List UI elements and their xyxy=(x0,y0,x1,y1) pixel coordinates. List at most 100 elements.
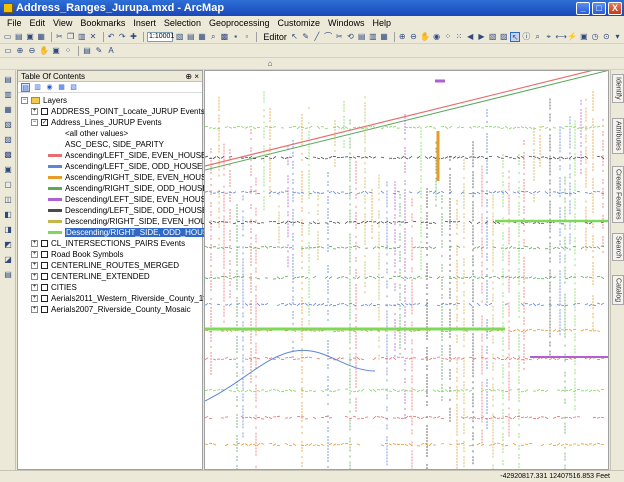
table-of-contents-icon[interactable]: ▤ xyxy=(186,32,195,42)
layout-zoom-in-icon[interactable]: ⊕ xyxy=(15,46,25,56)
editor-toolbar-icon[interactable]: ▧ xyxy=(175,32,184,42)
expand-icon[interactable]: + xyxy=(31,273,38,280)
legend-class[interactable]: <all other values> xyxy=(48,128,128,139)
menu-customize[interactable]: Customize xyxy=(274,18,325,28)
layer-visibility-checkbox[interactable] xyxy=(41,273,48,280)
new-icon[interactable]: ▭ xyxy=(3,32,12,42)
dock-tool-icon[interactable]: ▥ xyxy=(3,90,13,100)
editor-menu[interactable]: Editor xyxy=(263,32,287,42)
fixed-zoom-in-icon[interactable]: ⁘ xyxy=(443,32,452,42)
catalog-icon[interactable]: ▦ xyxy=(197,32,206,42)
fixed-zoom-out-icon[interactable]: ⁙ xyxy=(454,32,463,42)
open-icon[interactable]: ▤ xyxy=(14,32,23,42)
toc-options-icon[interactable]: ▧ xyxy=(69,83,78,92)
layer-visibility-checkbox[interactable] xyxy=(41,251,48,258)
back-icon[interactable]: ◀ xyxy=(466,32,475,42)
layer-icon[interactable]: ▤ xyxy=(82,46,92,56)
map-scale-input[interactable]: 1:10001 xyxy=(147,31,174,42)
layer-visibility-checkbox[interactable] xyxy=(41,306,48,313)
binoculars-icon[interactable]: ⊙ xyxy=(602,32,611,42)
pan-icon[interactable]: ✋ xyxy=(420,32,430,42)
layer-item[interactable]: + CITIES xyxy=(31,282,77,293)
delete-icon[interactable]: ✕ xyxy=(88,32,97,42)
layer-item[interactable]: + CL_INTERSECTIONS_PAIRS Events xyxy=(31,238,185,249)
layer-item[interactable]: + Aerials2007_Riverside_County_Mosaic xyxy=(31,304,191,315)
arctoolbox-icon[interactable]: ▩ xyxy=(220,32,229,42)
tab-search[interactable]: Search xyxy=(612,233,624,262)
cut-icon[interactable]: ✂ xyxy=(55,32,64,42)
expand-icon[interactable]: + xyxy=(31,284,38,291)
forward-icon[interactable]: ▶ xyxy=(477,32,486,42)
layer-item[interactable]: + ADDRESS_POINT_Locate_JURUP Events xyxy=(31,106,205,117)
tab-create-features[interactable]: Create Features xyxy=(612,166,624,223)
find-icon[interactable]: ⌕ xyxy=(533,32,542,42)
legend-class[interactable]: Ascending/LEFT_SIDE, ODD_HOUSE xyxy=(48,161,202,172)
html-popup-icon[interactable]: ▣ xyxy=(579,32,588,42)
time-slider-icon[interactable]: ◷ xyxy=(591,32,600,42)
create-features-icon[interactable]: ▦ xyxy=(379,32,388,42)
map-tips-icon[interactable]: ⌂ xyxy=(265,59,275,69)
expand-icon[interactable]: + xyxy=(31,262,38,269)
list-by-source-icon[interactable]: ▥ xyxy=(33,83,42,92)
menu-selection[interactable]: Selection xyxy=(160,18,205,28)
menu-edit[interactable]: Edit xyxy=(26,18,50,28)
layer-visibility-checkbox[interactable] xyxy=(41,108,48,115)
expand-icon[interactable]: + xyxy=(31,108,38,115)
map-view[interactable] xyxy=(204,70,609,470)
layer-item[interactable]: + Aerials2011_Western_Riverside_County_1… xyxy=(31,293,205,304)
draw-icon[interactable]: ✎ xyxy=(94,46,104,56)
legend-class[interactable]: Descending/LEFT_SIDE, EVEN_HOUSE xyxy=(48,194,211,205)
search-icon[interactable]: ⌕ xyxy=(209,32,218,42)
tab-attributes[interactable]: Attributes xyxy=(612,118,624,154)
layout-zoom-out-icon[interactable]: ⊖ xyxy=(27,46,37,56)
menu-help[interactable]: Help xyxy=(369,18,396,28)
menu-windows[interactable]: Windows xyxy=(324,18,369,28)
menu-bookmarks[interactable]: Bookmarks xyxy=(76,18,129,28)
edit-tool-icon[interactable]: ↖ xyxy=(290,32,299,42)
clear-selection-icon[interactable]: ▨ xyxy=(499,32,508,42)
zoom-out-icon[interactable]: ⊖ xyxy=(409,32,418,42)
dock-tool-icon[interactable]: ▤ xyxy=(3,75,13,85)
dock-tool-icon[interactable]: ▤ xyxy=(3,270,13,280)
full-extent-icon[interactable]: ◉ xyxy=(432,32,441,42)
select-elements-icon[interactable]: ↖ xyxy=(510,31,520,42)
dock-tool-icon[interactable]: ▦ xyxy=(3,105,13,115)
dock-tool-icon[interactable]: ◫ xyxy=(3,195,13,205)
copy-icon[interactable]: ❐ xyxy=(66,32,75,42)
undo-icon[interactable]: ↶ xyxy=(106,32,115,42)
expand-icon[interactable]: + xyxy=(31,306,38,313)
tree-root[interactable]: − Layers xyxy=(21,95,67,106)
layer-visibility-checkbox[interactable] xyxy=(41,284,48,291)
sketch-properties-icon[interactable]: ▥ xyxy=(368,32,377,42)
rotate-icon[interactable]: ⟲ xyxy=(346,32,355,42)
map-canvas[interactable] xyxy=(205,71,609,470)
text-icon[interactable]: A xyxy=(106,46,116,56)
identify-icon[interactable]: ⓘ xyxy=(522,32,531,42)
menu-file[interactable]: File xyxy=(3,18,26,28)
dock-tool-icon[interactable]: ▢ xyxy=(3,180,13,190)
zoom-in-icon[interactable]: ⊕ xyxy=(398,32,407,42)
menu-geoprocessing[interactable]: Geoprocessing xyxy=(205,18,274,28)
expand-icon[interactable]: + xyxy=(31,240,38,247)
menu-insert[interactable]: Insert xyxy=(129,18,160,28)
legend-class[interactable]: Ascending/LEFT_SIDE, EVEN_HOUSE xyxy=(48,150,206,161)
model-builder-icon[interactable]: ▫ xyxy=(242,32,251,42)
measure-icon[interactable]: ⟷ xyxy=(555,32,566,42)
minimize-button[interactable]: _ xyxy=(576,1,590,15)
expand-icon[interactable]: + xyxy=(31,251,38,258)
legend-class[interactable]: Ascending/RIGHT_SIDE, EVEN_HOUSE xyxy=(48,172,212,183)
legend-class[interactable]: Descending/LEFT_SIDE, ODD_HOUSE xyxy=(48,205,207,216)
dock-tool-icon[interactable]: ◧ xyxy=(3,210,13,220)
layer-visibility-checkbox[interactable]: ✓ xyxy=(41,119,48,126)
attributes-icon[interactable]: ▤ xyxy=(357,32,366,42)
expand-icon[interactable]: + xyxy=(31,295,38,302)
dock-tool-icon[interactable]: ◪ xyxy=(3,255,13,265)
legend-class[interactable]: Descending/RIGHT_SIDE, EVEN_HOUSE xyxy=(48,216,217,227)
hyperlink-icon[interactable]: ⚡ xyxy=(567,32,577,42)
legend-class[interactable]: Ascending/RIGHT_SIDE, ODD_HOUSE xyxy=(48,183,208,194)
layer-item[interactable]: + CENTERLINE_EXTENDED xyxy=(31,271,150,282)
list-by-drawing-order-icon[interactable]: ▤ xyxy=(21,82,30,92)
layout-pan-icon[interactable]: ✋ xyxy=(39,46,49,56)
python-icon[interactable]: ▪ xyxy=(231,32,240,42)
straight-segment-icon[interactable]: ╱ xyxy=(312,32,321,42)
